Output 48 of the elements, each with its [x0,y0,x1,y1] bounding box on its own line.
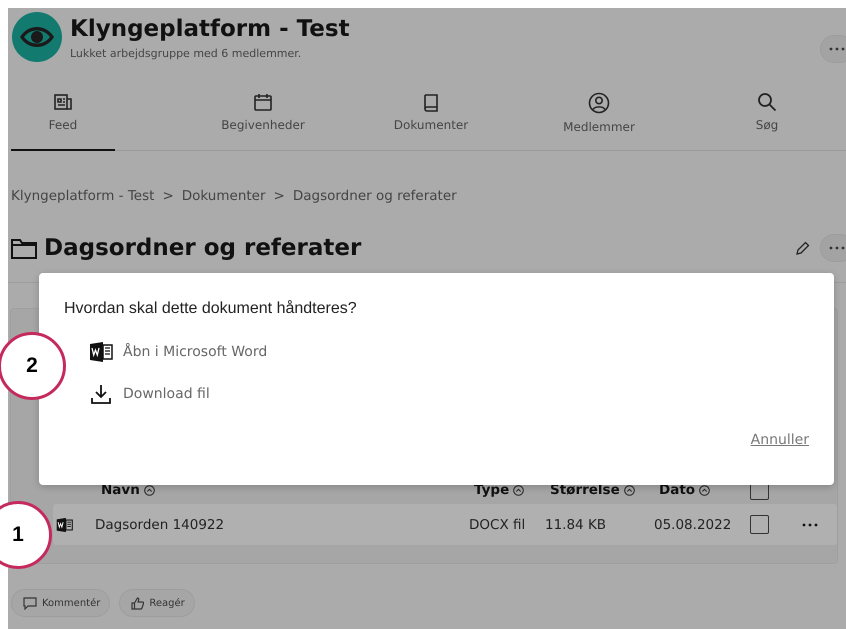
download-icon [90,383,112,405]
search-icon [757,92,777,112]
folder-title: Dagsordner og referater [44,235,362,261]
pencil-icon[interactable] [796,241,810,255]
calendar-icon [253,92,273,112]
breadcrumb-separator: > [274,188,285,206]
column-header[interactable]: Størrelse [550,482,654,498]
document-icon [89,341,113,363]
nav-tab[interactable]: Feed [11,88,115,151]
speech-bubble-icon [23,596,37,610]
newspaper-icon [53,92,73,112]
folder-icon [11,238,37,258]
ellipsis-icon [829,246,845,250]
file-type: DOCX fil [469,516,526,532]
file-date: 05.08.2022 [654,516,732,532]
action-button[interactable]: Reagér [119,589,195,617]
file-name: Dagsorden 140922 [95,516,226,532]
group-title: Klyngeplatform - Test [70,15,351,43]
row-checkbox[interactable] [750,515,769,534]
ellipsis-icon [829,47,845,51]
user-icon [588,92,610,114]
nav-tab[interactable]: Dokumenter [379,88,483,151]
sort-icon [144,484,155,496]
group-subtitle: Lukket arbejdsgruppe med 6 medlemmer. [70,47,302,60]
book-icon [421,92,441,112]
breadcrumb-separator: > [162,188,174,206]
dialog-option[interactable]: Download fil [89,382,210,406]
nav-tab[interactable]: Begivenheder [211,88,315,151]
sort-icon [699,484,710,496]
breadcrumb-link[interactable]: Dokumenter [182,188,266,206]
column-header[interactable]: Navn [101,482,469,498]
breadcrumb-link[interactable]: Klyngeplatform - Test [11,188,154,206]
thumbs-up-icon [131,596,144,610]
breadcrumb-link[interactable]: Dagsordner og referater [292,188,457,206]
column-header[interactable]: Dato [659,482,750,498]
ellipsis-icon[interactable] [802,522,818,526]
sort-icon [624,484,635,496]
file-row[interactable]: Dagsorden 140922 DOCX fil 11.84 KB 05.08.2022 [53,504,837,545]
sort-icon [513,484,524,496]
nav-tab[interactable]: Medlemmer [547,88,651,151]
action-button[interactable]: Kommentér [11,589,110,617]
cancel-link[interactable]: Annuller [750,432,809,448]
document-icon [56,516,73,532]
nav-tab[interactable]: Søg [715,88,819,151]
dialog-question: Hvordan skal dette dokument håndteres? [64,300,358,318]
file-size: 11.84 KB [545,516,608,532]
eye-icon [19,26,55,48]
dialog-option[interactable]: Åbn i Microsoft Word [89,340,268,364]
